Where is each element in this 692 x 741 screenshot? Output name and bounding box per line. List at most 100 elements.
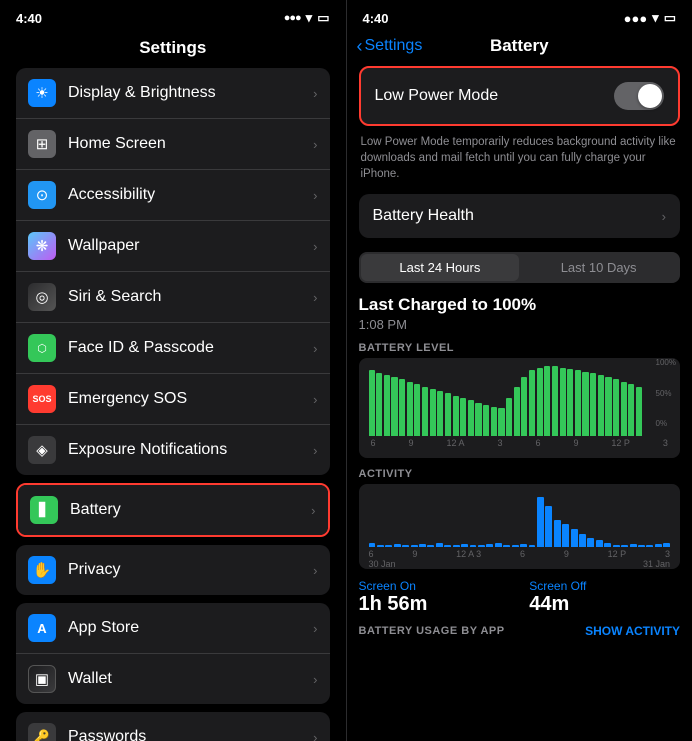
activity-bar (495, 543, 502, 548)
passwords-label: Passwords (68, 728, 313, 741)
screen-off-col: Screen Off 44m (529, 579, 680, 616)
passwords-chevron: › (313, 730, 317, 741)
display-label: Display & Brightness (68, 84, 313, 102)
homescreen-chevron: › (313, 137, 317, 152)
activity-bar (478, 545, 485, 547)
activity-bar (402, 545, 409, 548)
battery-bars (369, 366, 671, 436)
back-button[interactable]: ‹ Settings (357, 36, 423, 57)
battery-bar (560, 368, 566, 437)
appstore-label: App Store (68, 619, 313, 637)
accessibility-icon: ⊙ (28, 181, 56, 209)
y-label-0: 0% (656, 419, 676, 428)
battery-bar (491, 407, 497, 436)
back-label: Settings (365, 37, 423, 55)
settings-item-privacy[interactable]: ✋ Privacy › (16, 545, 330, 595)
activity-bar (579, 534, 586, 548)
wallet-chevron: › (313, 672, 317, 687)
tab-24h[interactable]: Last 24 Hours (361, 254, 520, 281)
activity-bar (621, 545, 628, 547)
y-label-50: 50% (656, 389, 676, 398)
right-battery-icon: ▭ (664, 10, 676, 26)
siri-label: Siri & Search (68, 288, 313, 306)
faceid-chevron: › (313, 341, 317, 356)
exposure-label: Exposure Notifications (68, 441, 313, 459)
settings-item-display[interactable]: ☀ Display & Brightness › (16, 68, 330, 119)
left-page-title: Settings (0, 30, 346, 68)
settings-item-homescreen[interactable]: ⊞ Home Screen › (16, 119, 330, 170)
activity-bar (545, 506, 552, 547)
left-wifi-icon: ▾ (306, 10, 313, 26)
accessibility-label: Accessibility (68, 186, 313, 204)
appstore-chevron: › (313, 621, 317, 636)
settings-group-apps: 🔑 Passwords › ✉ Mail › 👤 Contacts › 📅 Ca… (16, 712, 330, 741)
battery-bar (475, 403, 481, 437)
battery-bar (498, 408, 504, 436)
settings-item-faceid[interactable]: ⬡ Face ID & Passcode › (16, 323, 330, 374)
right-panel: 4:40 ●●● ▾ ▭ ‹ Settings Battery Low Powe… (347, 0, 692, 741)
low-power-mode-row: Low Power Mode (359, 66, 681, 126)
exposure-chevron: › (313, 443, 317, 458)
left-battery-icon: ▭ (317, 10, 329, 26)
settings-item-passwords[interactable]: 🔑 Passwords › (16, 712, 330, 741)
battery-bar (621, 382, 627, 437)
battery-usage-row: BATTERY USAGE BY APP SHOW ACTIVITY (359, 624, 681, 638)
battery-x-labels: 6 9 12 A 3 6 9 12 P 3 (369, 438, 671, 448)
battery-bar (445, 393, 451, 436)
activity-bar (655, 544, 662, 548)
activity-bar (503, 545, 510, 548)
screen-on-value: 1h 56m (359, 593, 510, 616)
battery-bar (613, 379, 619, 436)
activity-bar (427, 545, 434, 548)
left-status-bar: 4:40 ●●● ▾ ▭ (0, 0, 346, 30)
settings-item-siri[interactable]: ◎ Siri & Search › (16, 272, 330, 323)
battery-bar (391, 377, 397, 437)
activity-chart: 6 9 12 A 3 6 9 12 P 3 30 Jan 31 Jan (359, 484, 681, 569)
settings-item-wallet[interactable]: ▣ Wallet › (16, 654, 330, 704)
activity-bar (461, 544, 468, 548)
activity-bar (587, 538, 594, 547)
battery-bar (483, 405, 489, 437)
right-header: ‹ Settings Battery (347, 30, 692, 66)
settings-list: ☀ Display & Brightness › ⊞ Home Screen ›… (0, 68, 346, 741)
battery-bar (376, 373, 382, 436)
settings-item-appstore[interactable]: A App Store › (16, 603, 330, 654)
battery-health-row[interactable]: Battery Health › (359, 194, 681, 238)
activity-bar (613, 545, 620, 548)
battery-level-section-label: BATTERY LEVEL (359, 342, 681, 354)
screen-stats-row: Screen On 1h 56m Screen Off 44m (359, 579, 681, 616)
activity-bar (444, 545, 451, 547)
low-power-label: Low Power Mode (375, 87, 615, 105)
settings-item-accessibility[interactable]: ⊙ Accessibility › (16, 170, 330, 221)
right-wifi-icon: ▾ (652, 10, 659, 26)
screen-on-label: Screen On (359, 579, 510, 593)
activity-bar (385, 545, 392, 547)
settings-item-wallpaper[interactable]: ❋ Wallpaper › (16, 221, 330, 272)
activity-date-labels: 30 Jan 31 Jan (369, 559, 671, 569)
activity-x-labels: 6 9 12 A 3 6 9 12 P 3 (369, 549, 671, 559)
screen-off-value: 44m (529, 593, 680, 616)
y-label-100: 100% (656, 358, 676, 367)
battery-y-labels: 100% 50% 0% (656, 358, 676, 428)
settings-item-battery[interactable]: ▋ Battery › (18, 485, 328, 535)
tab-10d[interactable]: Last 10 Days (519, 254, 678, 281)
wallet-label: Wallet (68, 670, 313, 688)
battery-bar (628, 384, 634, 437)
show-activity-button[interactable]: SHOW ACTIVITY (585, 624, 680, 638)
settings-item-exposure[interactable]: ◈ Exposure Notifications › (16, 425, 330, 475)
settings-item-emergencysos[interactable]: SOS Emergency SOS › (16, 374, 330, 425)
emergencysos-chevron: › (313, 392, 317, 407)
display-chevron: › (313, 86, 317, 101)
activity-bar (663, 543, 670, 548)
siri-icon: ◎ (28, 283, 56, 311)
battery-bar (598, 375, 604, 437)
low-power-toggle[interactable] (614, 82, 664, 110)
battery-bar (529, 370, 535, 437)
display-icon: ☀ (28, 79, 56, 107)
battery-bar (369, 370, 375, 437)
right-content: Low Power Mode Low Power Mode temporaril… (347, 66, 692, 741)
faceid-icon: ⬡ (28, 334, 56, 362)
activity-bar (520, 544, 527, 548)
battery-level-chart: 100% 50% 0% 6 9 12 A 3 6 9 12 P 3 (359, 358, 681, 458)
activity-bar (571, 529, 578, 547)
